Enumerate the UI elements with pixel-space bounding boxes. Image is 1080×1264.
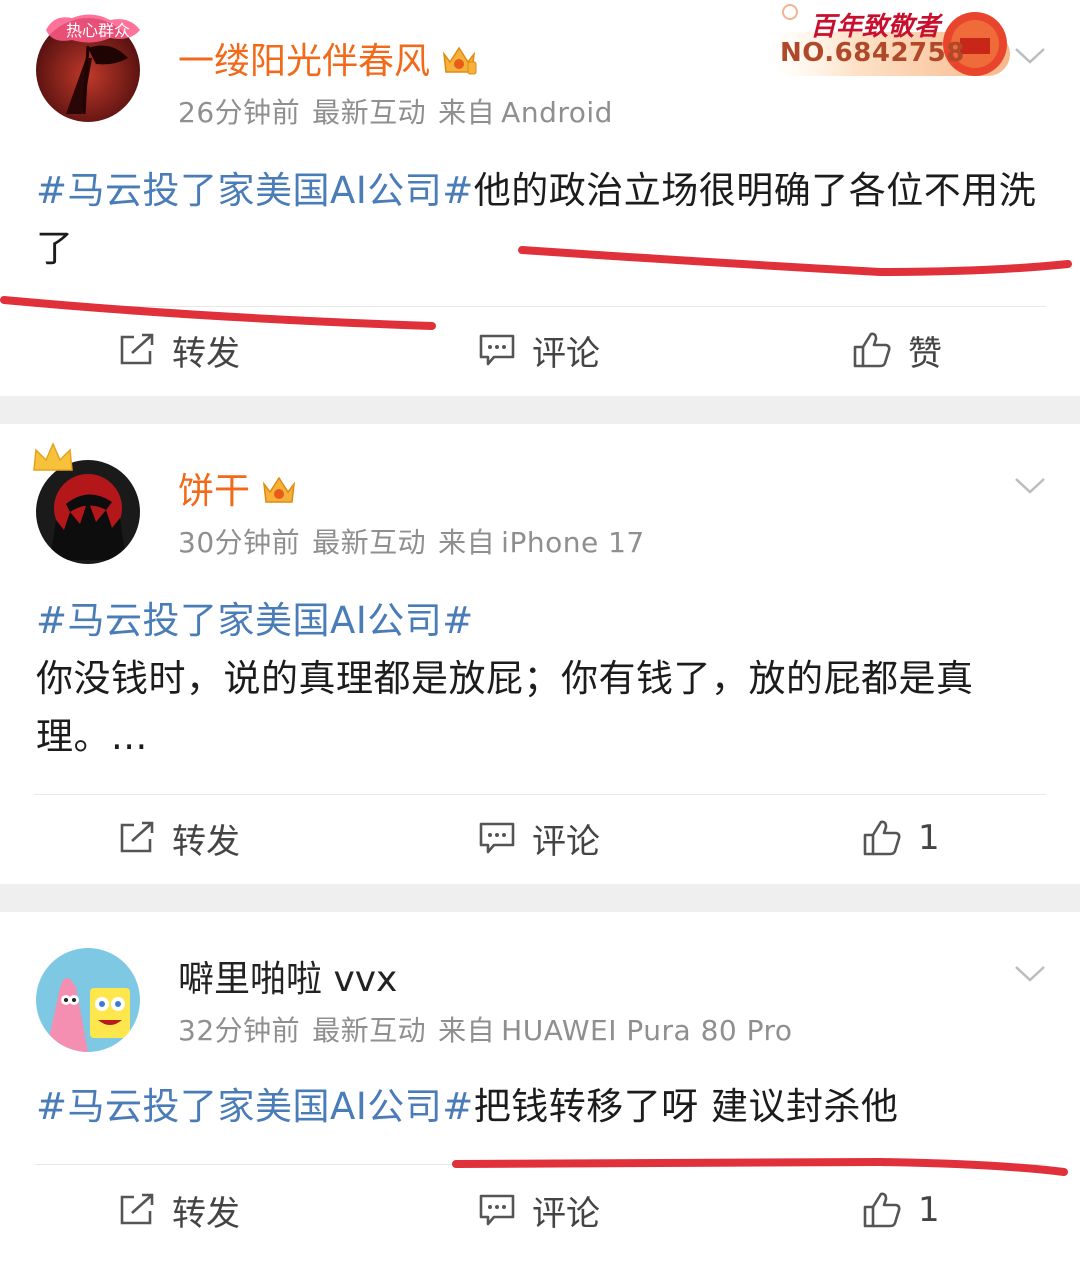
post-text: 把钱转移了呀 建议封杀他 — [473, 1085, 899, 1128]
post-content: #马云投了家美国AI公司#把钱转移了呀 建议封杀他 — [36, 1078, 1046, 1136]
avatar-badge: 热心群众 — [46, 14, 140, 43]
comment-icon — [479, 1194, 515, 1226]
weibo-post: 热心群众 一缕阳光伴春风 26分钟前 最新互动 来自 Android 百年致敬者 NO… — [0, 0, 1080, 396]
post-device: HUAWEI Pura 80 Pro — [501, 1014, 793, 1047]
divider — [34, 794, 1046, 795]
action-bar: 转发 评论 赞 — [0, 320, 1080, 380]
username[interactable]: 饼干 — [178, 470, 298, 514]
post-device: iPhone 17 — [501, 526, 645, 559]
post-source-label: 来自 — [438, 526, 496, 559]
like-label: 赞 — [908, 333, 942, 374]
repost-icon — [120, 1193, 154, 1225]
weibo-post: 噼里啪啦 vvx 32分钟前 最新互动 来自 HUAWEI Pura 80 Pro #… — [0, 912, 1080, 1264]
comment-label: 评论 — [532, 333, 600, 374]
topic-link[interactable]: #马云投了家美国AI公司# — [36, 1085, 474, 1128]
comment-icon — [479, 334, 515, 366]
post-source-label: 来自 — [438, 1014, 496, 1047]
repost-button[interactable]: 转发 — [118, 1180, 240, 1240]
action-bar: 转发 评论 1 — [0, 1180, 1080, 1240]
post-text: 你没钱时，说的真理都是放屁；你有钱了，放的屁都是真理。... — [36, 657, 974, 758]
post-device: Android — [501, 96, 613, 129]
post-meta: 32分钟前 最新互动 来自 HUAWEI Pura 80 Pro — [178, 1014, 793, 1048]
username[interactable]: 噼里啪啦 vvx — [178, 958, 397, 1002]
vip-crown-icon — [262, 476, 296, 503]
like-count: 1 — [918, 1190, 940, 1230]
comment-label: 评论 — [532, 1193, 600, 1234]
like-button[interactable]: 1 — [862, 1180, 940, 1240]
post-time: 26分钟前 — [178, 96, 301, 129]
comment-button[interactable]: 评论 — [478, 320, 600, 380]
like-button[interactable]: 赞 — [852, 320, 942, 380]
username[interactable]: 一缕阳光伴春风 — [178, 40, 478, 84]
post-tag: 最新互动 — [312, 526, 427, 559]
comment-icon — [479, 822, 515, 854]
action-bar: 转发 评论 1 — [0, 808, 1080, 868]
post-time: 30分钟前 — [178, 526, 301, 559]
post-tag: 最新互动 — [312, 1014, 427, 1047]
repost-button[interactable]: 转发 — [118, 320, 240, 380]
post-content: #马云投了家美国AI公司#他的政治立场很明确了各位不用洗了 — [36, 162, 1046, 278]
repost-button[interactable]: 转发 — [118, 808, 240, 868]
medal-badge[interactable]: 百年致敬者 NO.6842758 — [770, 2, 1010, 78]
like-button[interactable]: 1 — [862, 808, 940, 868]
like-icon — [853, 332, 891, 368]
divider — [34, 1164, 1046, 1165]
post-tag: 最新互动 — [312, 96, 427, 129]
comment-button[interactable]: 评论 — [478, 1180, 600, 1240]
vip-crown-icon — [442, 46, 477, 75]
repost-label: 转发 — [172, 821, 240, 862]
crown-icon — [33, 442, 73, 471]
post-source-label: 来自 — [438, 96, 496, 129]
like-icon — [863, 1192, 901, 1228]
post-meta: 30分钟前 最新互动 来自 iPhone 17 — [178, 526, 645, 560]
weibo-post: 饼干 30分钟前 最新互动 来自 iPhone 17 #马云投了家美国AI公司# 你没… — [0, 424, 1080, 884]
avatar[interactable] — [36, 948, 140, 1052]
chevron-down-icon[interactable] — [1014, 46, 1046, 66]
comment-label: 评论 — [532, 821, 600, 862]
svg-text:热心群众: 热心群众 — [66, 21, 130, 40]
topic-link[interactable]: #马云投了家美国AI公司# — [36, 169, 474, 212]
repost-label: 转发 — [172, 333, 240, 374]
chevron-down-icon[interactable] — [1014, 964, 1046, 984]
like-icon — [863, 820, 901, 856]
repost-icon — [120, 821, 154, 853]
topic-link[interactable]: #马云投了家美国AI公司# — [36, 592, 1046, 650]
chevron-down-icon[interactable] — [1014, 476, 1046, 496]
post-meta: 26分钟前 最新互动 来自 Android — [178, 96, 613, 130]
repost-label: 转发 — [172, 1193, 240, 1234]
post-time: 32分钟前 — [178, 1014, 301, 1047]
like-count: 1 — [918, 818, 940, 858]
medal-number: NO.6842758 — [780, 38, 965, 68]
post-content: #马云投了家美国AI公司# 你没钱时，说的真理都是放屁；你有钱了，放的屁都是真理… — [36, 592, 1046, 766]
divider — [34, 306, 1046, 307]
comment-button[interactable]: 评论 — [478, 808, 600, 868]
repost-icon — [120, 333, 154, 365]
